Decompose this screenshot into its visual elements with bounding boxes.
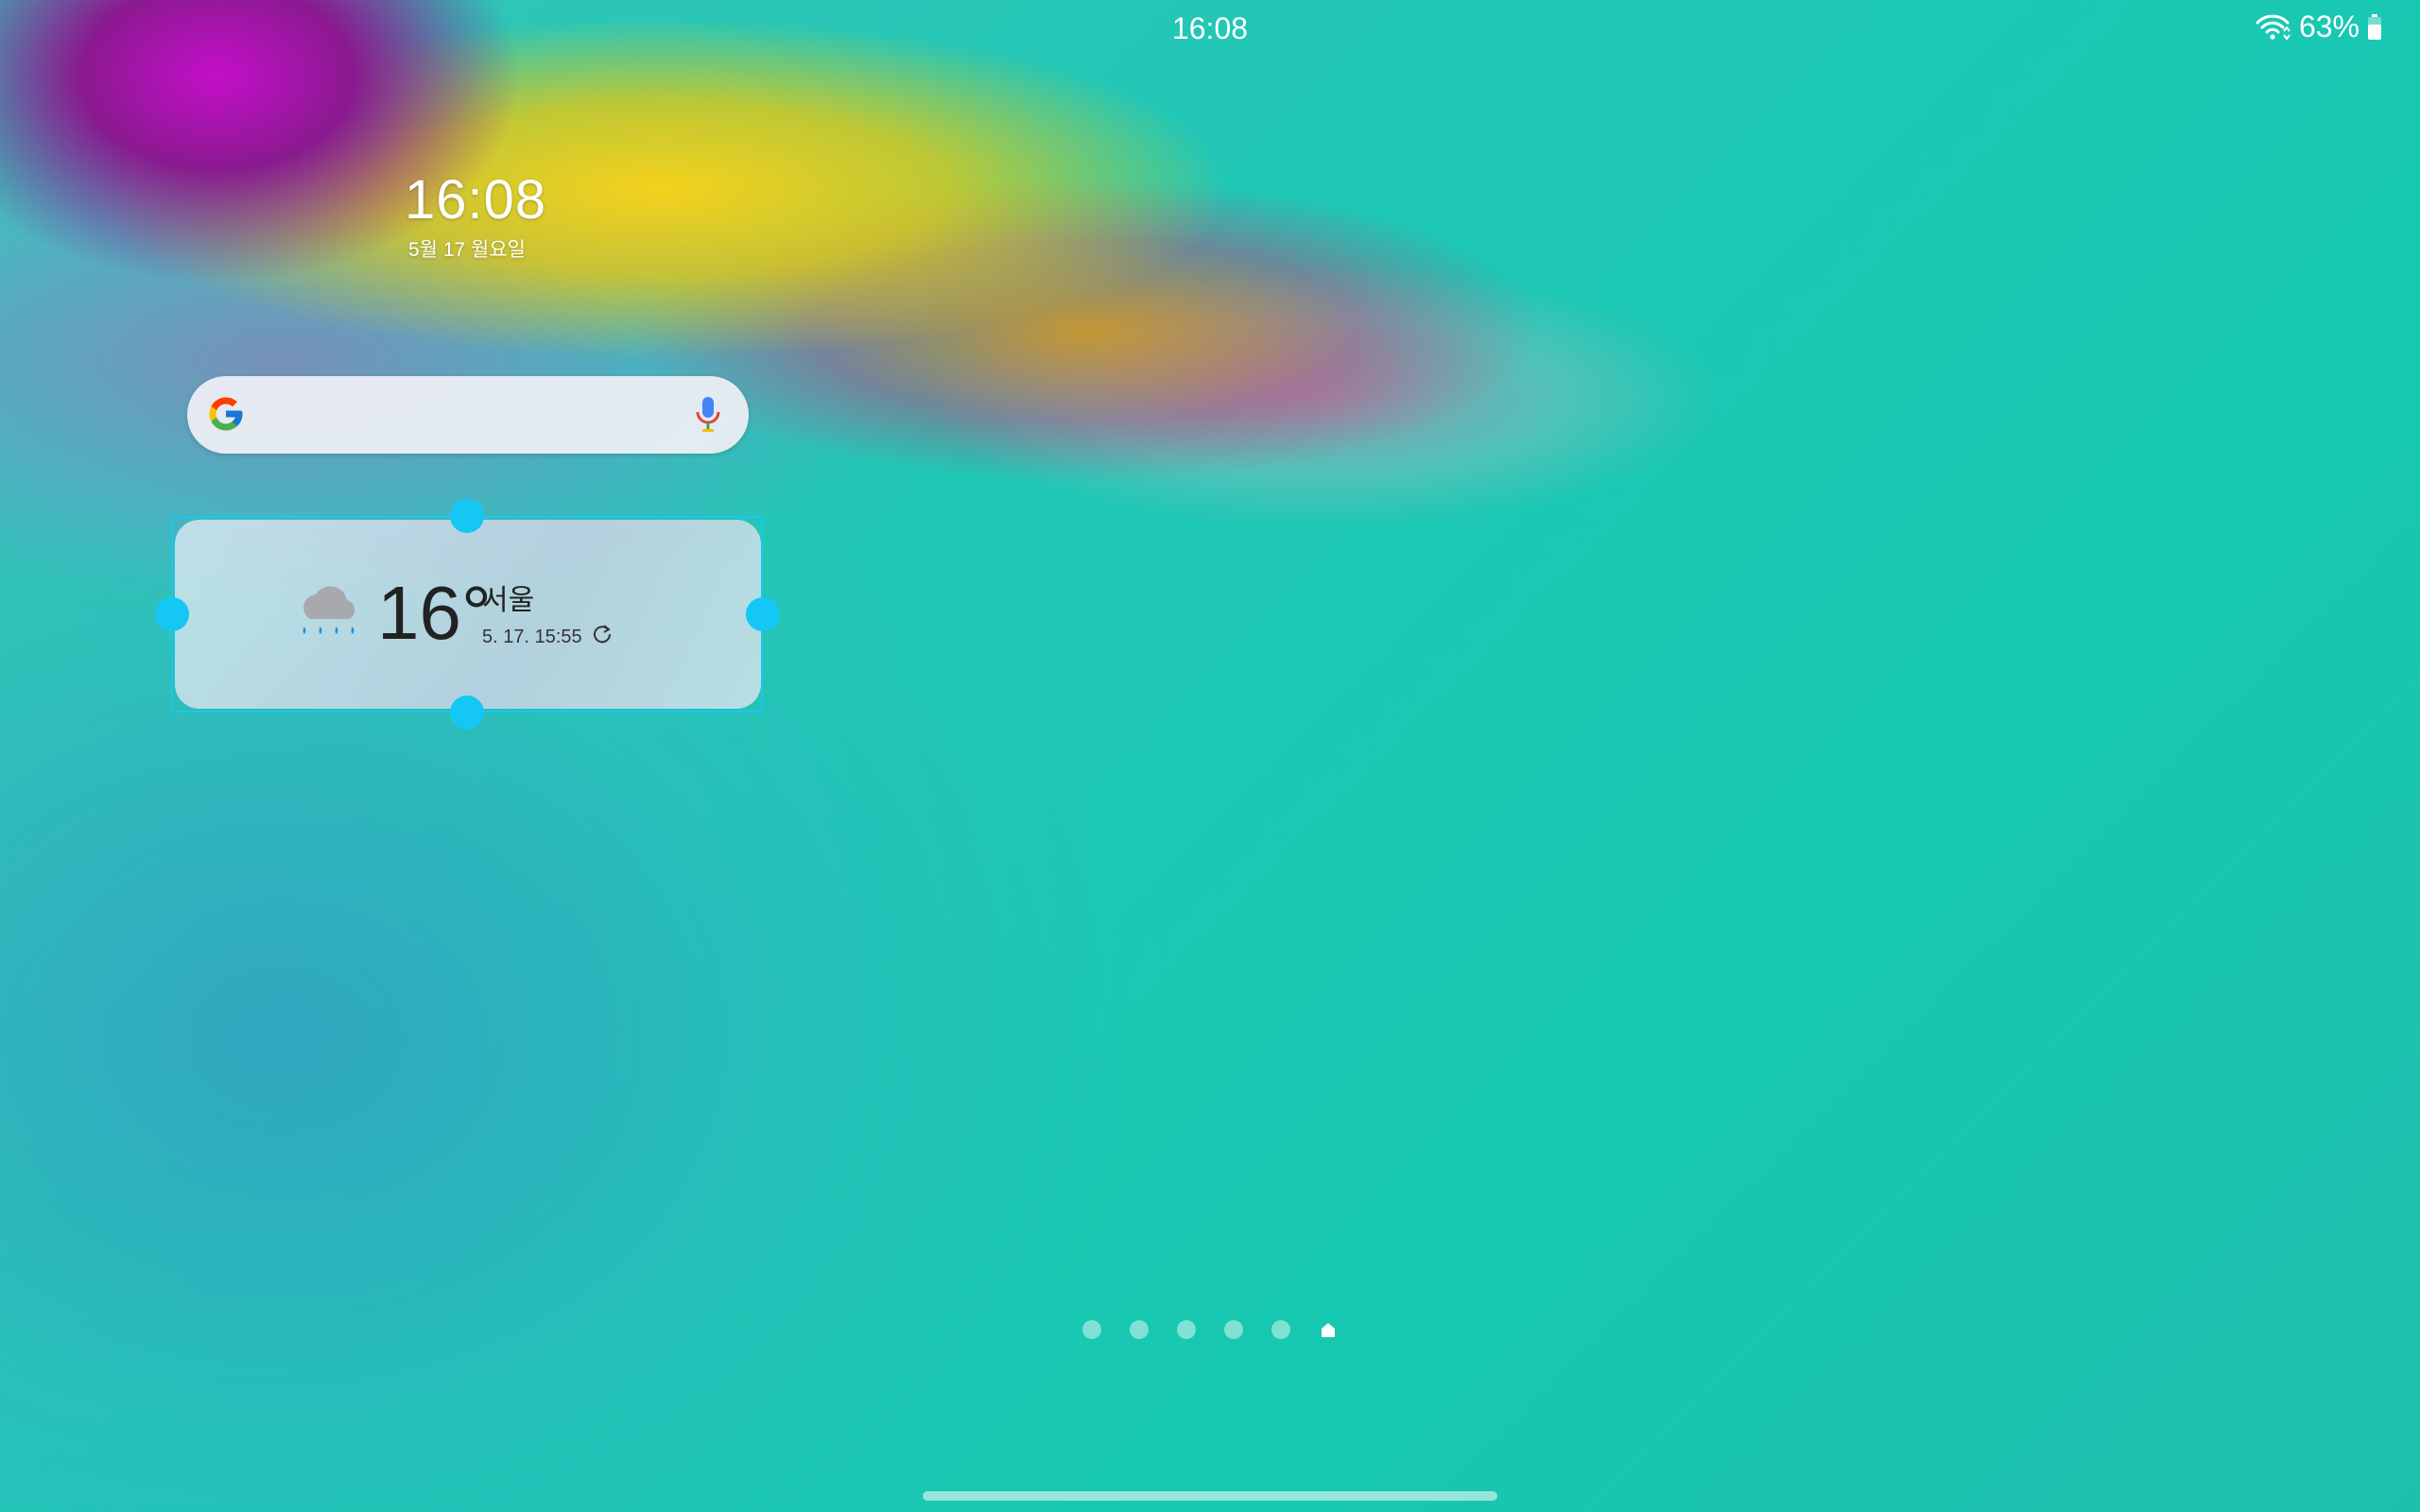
home-screen: 16:08 63% 16:08 5월 17 월요일 16° 서울 5. 17. …	[0, 0, 2420, 1512]
page-dot-2[interactable]	[1130, 1320, 1149, 1339]
clock-date: 5월 17 월요일	[408, 239, 526, 261]
wifi-icon	[2254, 13, 2291, 42]
page-indicator[interactable]	[0, 1320, 2420, 1339]
battery-percentage: 63%	[2298, 9, 2360, 43]
page-dot-3[interactable]	[1177, 1320, 1196, 1339]
google-icon	[206, 394, 246, 438]
temperature: 16°	[377, 571, 492, 655]
mic-icon[interactable]	[694, 395, 722, 439]
page-dot-1[interactable]	[1082, 1320, 1101, 1339]
page-dot-5[interactable]	[1271, 1320, 1290, 1339]
gesture-nav-handle[interactable]	[923, 1491, 1497, 1501]
city-name: 서울	[482, 585, 535, 616]
resize-handle-left[interactable]	[155, 597, 189, 631]
clock-widget[interactable]: 16:08 5월 17 월요일	[405, 170, 546, 263]
rain-cloud-icon	[293, 581, 367, 648]
update-time: 5. 17. 15:55	[482, 626, 582, 647]
home-icon[interactable]	[1319, 1320, 1338, 1339]
resize-handle-bottom[interactable]	[450, 696, 484, 730]
weather-widget[interactable]: 16° 서울 5. 17. 15:55	[175, 520, 761, 709]
resize-handle-right[interactable]	[746, 597, 780, 631]
resize-handle-top[interactable]	[450, 499, 484, 533]
google-search-bar[interactable]	[187, 376, 749, 454]
status-indicators: 63%	[2254, 9, 2382, 44]
status-time: 16:08	[1171, 11, 1249, 45]
update-row: 5. 17. 15:55	[482, 624, 613, 650]
battery-icon	[2367, 13, 2382, 41]
page-dot-4[interactable]	[1224, 1320, 1243, 1339]
clock-time: 16:08	[405, 169, 547, 231]
status-bar[interactable]: 16:08 63%	[0, 0, 2420, 55]
refresh-icon[interactable]	[592, 624, 613, 650]
